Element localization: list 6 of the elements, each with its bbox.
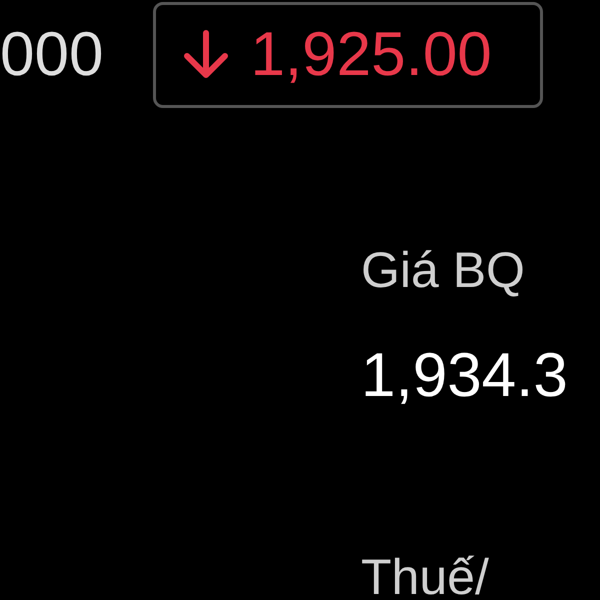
average-price-value: 1,934.3 [361, 345, 569, 407]
down-arrow-icon [182, 30, 230, 80]
price-change-value: 1,925.00 [250, 24, 492, 86]
tax-label: Thuế/ [361, 552, 490, 600]
volume-value: 000 [0, 24, 104, 86]
average-price-label: Giá BQ [361, 245, 526, 295]
